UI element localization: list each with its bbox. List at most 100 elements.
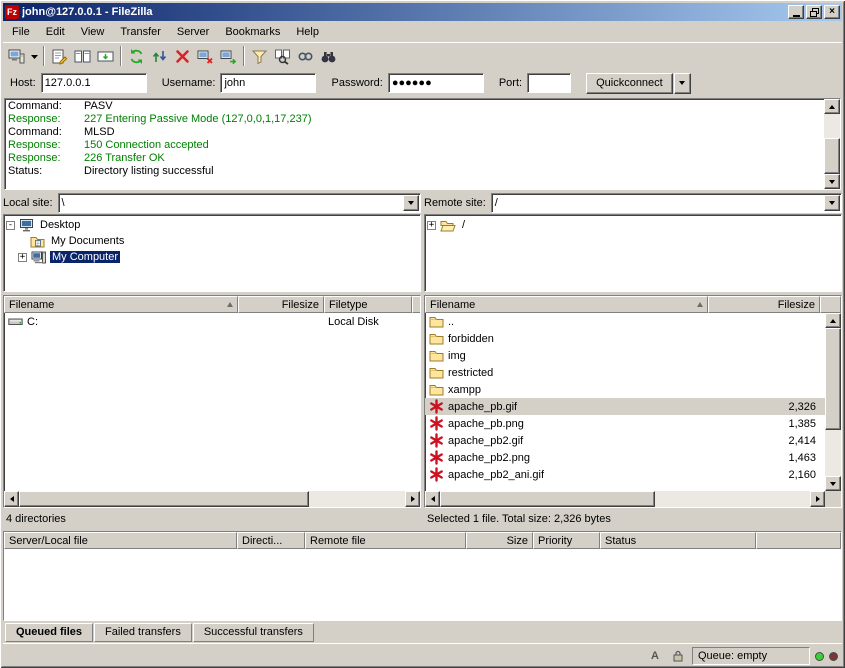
file-row-xampp[interactable]: xampp: [425, 381, 825, 398]
encryption-icon: [669, 648, 687, 664]
reconnect-button[interactable]: [217, 45, 240, 68]
scrollbar-track[interactable]: [440, 491, 810, 507]
local-horizontal-scrollbar[interactable]: [4, 491, 420, 507]
scrollbar-thumb[interactable]: [825, 328, 841, 430]
column-header-blank[interactable]: [820, 296, 841, 313]
menu-item-transfer[interactable]: Transfer: [112, 23, 169, 41]
column-header-l[interactable]: L: [412, 296, 420, 313]
scrollbar-thumb[interactable]: [824, 138, 840, 174]
close-button[interactable]: ×: [824, 5, 840, 19]
queue-tabs: Queued filesFailed transfersSuccessful t…: [3, 621, 842, 642]
local-pane: Local site: \ -DesktopMy Documents+My Co…: [3, 192, 421, 526]
file-row-apache-pb2-ani-gif[interactable]: apache_pb2_ani.gif2,160: [425, 466, 825, 483]
message-log: Command:PASVResponse:227 Entering Passiv…: [4, 98, 841, 190]
column-header-filename[interactable]: Filename: [425, 296, 708, 313]
filter-button[interactable]: [248, 45, 271, 68]
file-row-blank[interactable]: ..: [425, 313, 825, 330]
tab-successful-transfers[interactable]: Successful transfers: [193, 623, 314, 642]
column-header-server-local-file[interactable]: Server/Local file: [4, 532, 237, 549]
file-row-forbidden[interactable]: forbidden: [425, 330, 825, 347]
password-input[interactable]: [388, 73, 484, 93]
scrollbar-track[interactable]: [824, 114, 840, 174]
menu-item-edit[interactable]: Edit: [38, 23, 73, 41]
host-input[interactable]: [41, 73, 147, 93]
column-header-blank[interactable]: [756, 532, 841, 549]
quickconnect-button[interactable]: Quickconnect: [586, 73, 673, 94]
data-type-icon: A: [646, 648, 664, 664]
scroll-right-button[interactable]: [405, 491, 420, 507]
site-manager-dropdown[interactable]: [28, 45, 40, 68]
port-input[interactable]: [527, 73, 571, 93]
scroll-left-button[interactable]: [4, 491, 19, 507]
column-header-directi[interactable]: Directi...: [237, 532, 305, 549]
column-header-size[interactable]: Size: [466, 532, 533, 549]
scroll-down-button[interactable]: [825, 476, 841, 491]
quickconnect-dropdown[interactable]: [674, 73, 691, 94]
file-row-apache-pb-png[interactable]: apache_pb.png1,385: [425, 415, 825, 432]
sync-browsing-button[interactable]: [294, 45, 317, 68]
menu-item-file[interactable]: File: [4, 23, 38, 41]
local-site-dropdown[interactable]: [403, 195, 419, 211]
minimize-button[interactable]: [788, 5, 804, 19]
remote-site-combo[interactable]: /: [491, 193, 842, 213]
scrollbar-thumb[interactable]: [19, 491, 309, 507]
local-site-combo[interactable]: \: [58, 193, 421, 213]
tree-item-desktop[interactable]: -Desktop: [6, 217, 418, 233]
menu-item-help[interactable]: Help: [288, 23, 327, 41]
scroll-right-button[interactable]: [810, 491, 825, 507]
expand-icon[interactable]: +: [18, 253, 27, 262]
column-header-remote-file[interactable]: Remote file: [305, 532, 466, 549]
file-size-cell: [708, 347, 820, 364]
file-row-restricted[interactable]: restricted: [425, 364, 825, 381]
column-header-filename[interactable]: Filename: [4, 296, 238, 313]
column-header-status[interactable]: Status: [600, 532, 756, 549]
file-row-apache-pb-gif[interactable]: apache_pb.gif2,326: [425, 398, 825, 415]
compare-directories-button[interactable]: [271, 45, 294, 68]
refresh-button[interactable]: [125, 45, 148, 68]
tree-item-my-computer[interactable]: +My Computer: [6, 249, 418, 265]
scrollbar-track[interactable]: [19, 491, 405, 507]
menu-item-server[interactable]: Server: [169, 23, 217, 41]
disconnect-button[interactable]: [194, 45, 217, 68]
expand-icon[interactable]: +: [427, 221, 436, 230]
site-manager-button[interactable]: [5, 45, 28, 68]
process-queue-button[interactable]: [148, 45, 171, 68]
filezilla-app-icon[interactable]: Fz: [5, 5, 19, 19]
tree-item-my-documents[interactable]: My Documents: [6, 233, 418, 249]
cancel-button[interactable]: [171, 45, 194, 68]
remote-vertical-scrollbar[interactable]: [825, 313, 841, 491]
restore-button[interactable]: [806, 5, 822, 19]
arrow-right-icon: [411, 496, 415, 502]
file-row-apache-pb2-gif[interactable]: apache_pb2.gif2,414: [425, 432, 825, 449]
scroll-up-button[interactable]: [824, 99, 840, 114]
username-input[interactable]: [220, 73, 316, 93]
scrollbar-thumb[interactable]: [440, 491, 655, 507]
tab-failed-transfers[interactable]: Failed transfers: [94, 623, 192, 642]
menu-item-bookmarks[interactable]: Bookmarks: [217, 23, 288, 41]
column-header-filesize[interactable]: Filesize: [238, 296, 324, 313]
file-row-img[interactable]: img: [425, 347, 825, 364]
scroll-left-button[interactable]: [425, 491, 440, 507]
log-vertical-scrollbar[interactable]: [824, 99, 840, 189]
remote-site-dropdown[interactable]: [824, 195, 840, 211]
file-name-cell: xampp: [425, 381, 708, 398]
column-header-priority[interactable]: Priority: [533, 532, 600, 549]
file-row-apache-pb2-png[interactable]: apache_pb2.png1,463: [425, 449, 825, 466]
find-files-button[interactable]: [317, 45, 340, 68]
toggle-log-button[interactable]: [48, 45, 71, 68]
tree-item-root[interactable]: +/: [427, 217, 839, 233]
column-label: Priority: [538, 535, 595, 547]
log-line-message: 227 Entering Passive Mode (127,0,0,1,17,…: [84, 113, 311, 126]
scroll-up-button[interactable]: [825, 313, 841, 328]
toggle-queue-button[interactable]: [94, 45, 117, 68]
file-row-c[interactable]: C:Local Disk: [4, 313, 420, 330]
remote-horizontal-scrollbar[interactable]: [425, 491, 825, 507]
collapse-icon[interactable]: -: [6, 221, 15, 230]
column-header-filetype[interactable]: Filetype: [324, 296, 412, 313]
toggle-trees-button[interactable]: [71, 45, 94, 68]
scroll-down-button[interactable]: [824, 174, 840, 189]
scrollbar-track[interactable]: [825, 328, 841, 476]
tab-queued-files[interactable]: Queued files: [5, 623, 93, 642]
menu-item-view[interactable]: View: [73, 23, 113, 41]
column-header-filesize[interactable]: Filesize: [708, 296, 820, 313]
